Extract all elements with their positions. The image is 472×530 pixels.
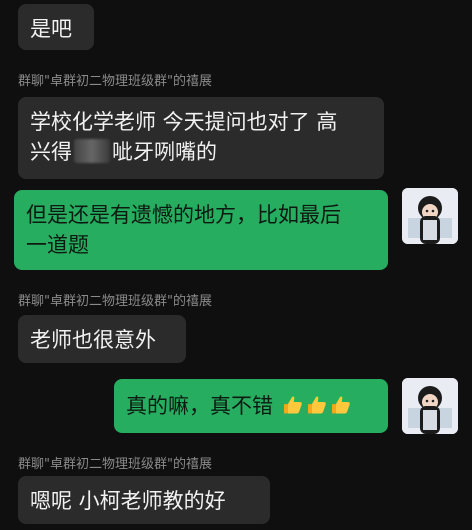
message-line: 一道题 xyxy=(26,233,89,257)
message-text: 呲牙咧嘴的 xyxy=(112,140,217,164)
message-bubble-outgoing[interactable]: 真的嘛，真不错 xyxy=(114,379,388,433)
message-line: 学校化学老师 今天提问也对了 高 xyxy=(30,110,338,134)
message-line: 兴得 呲牙咧嘴的 xyxy=(30,137,372,167)
message-bubble-incoming[interactable]: 学校化学老师 今天提问也对了 高 兴得 呲牙咧嘴的 xyxy=(18,97,384,179)
sender-label: 群聊"卓群初二物理班级群"的禧展 xyxy=(18,294,212,309)
message-line: 但是还是有遗憾的地方，比如最后 xyxy=(26,203,341,227)
message-bubble-incoming[interactable]: 嗯呢 小柯老师教的好 xyxy=(18,476,270,524)
avatar-icon[interactable] xyxy=(402,378,458,434)
message-text: 是吧 xyxy=(30,17,72,41)
thumbs-up-emoji-icon xyxy=(306,394,328,416)
message-bubble-incoming[interactable]: 是吧 xyxy=(18,4,94,50)
message-text: 真的嘛，真不错 xyxy=(126,394,273,418)
chat-view: 是吧 群聊"卓群初二物理班级群"的禧展 学校化学老师 今天提问也对了 高 兴得 呲… xyxy=(0,0,472,530)
message-bubble-incoming[interactable]: 老师也很意外 xyxy=(18,315,186,363)
message-text: 嗯呢 小柯老师教的好 xyxy=(30,489,226,513)
sender-label: 群聊"卓群初二物理班级群"的禧展 xyxy=(18,74,212,89)
blurred-region xyxy=(74,139,110,163)
sender-label: 群聊"卓群初二物理班级群"的禧展 xyxy=(18,457,212,472)
avatar-icon[interactable] xyxy=(402,188,458,244)
thumbs-up-emoji-icon xyxy=(330,394,352,416)
message-bubble-outgoing[interactable]: 但是还是有遗憾的地方，比如最后 一道题 xyxy=(14,190,388,270)
message-text: 兴得 xyxy=(30,140,72,164)
thumbs-up-emoji-icon xyxy=(282,394,304,416)
message-text: 老师也很意外 xyxy=(30,328,156,352)
